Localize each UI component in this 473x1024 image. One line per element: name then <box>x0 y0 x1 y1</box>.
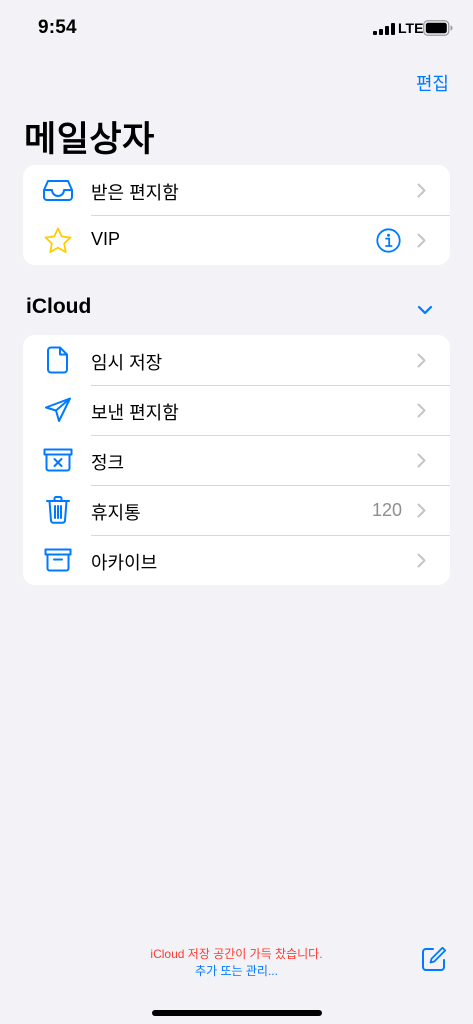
mailbox-row-drafts[interactable]: 임시 저장 <box>23 335 450 385</box>
paperplane-icon <box>43 396 73 424</box>
mailbox-row-sent[interactable]: 보낸 편지함 <box>23 385 450 435</box>
mailbox-row-junk[interactable]: 정크 <box>23 435 450 485</box>
section-title: iCloud <box>26 295 92 318</box>
chevron-right-icon <box>417 553 426 568</box>
star-icon <box>43 226 73 254</box>
mailbox-label: 임시 저장 <box>91 353 163 373</box>
compose-icon[interactable] <box>421 946 447 972</box>
mailbox-label: VIP <box>91 229 121 249</box>
battery-icon <box>423 20 453 36</box>
info-icon[interactable] <box>376 228 401 253</box>
icloud-section-header[interactable]: iCloud <box>26 295 436 323</box>
chevron-right-icon <box>417 453 426 468</box>
icloud-card: 임시 저장 보낸 편지함 정크 휴지통 120 아카이브 <box>23 335 450 585</box>
chevron-right-icon <box>417 233 426 248</box>
network-type: LTE <box>398 20 424 36</box>
chevron-right-icon <box>417 503 426 518</box>
storage-full-warning: iCloud 저장 공간이 가득 찼습니다. <box>150 947 323 961</box>
chevron-right-icon <box>417 183 426 198</box>
junk-icon <box>43 446 73 474</box>
status-time: 9:54 <box>38 17 77 38</box>
page-title: 메일상자 <box>24 120 155 159</box>
archive-icon <box>43 546 73 574</box>
favorites-card: 받은 편지함 VIP <box>23 165 450 265</box>
unread-count: 120 <box>371 500 402 520</box>
edit-button[interactable]: 편집 <box>416 70 449 96</box>
mailbox-row-vip[interactable]: VIP <box>23 215 450 265</box>
status-bar: 9:54 LTE <box>0 0 473 56</box>
mailbox-row-archive[interactable]: 아카이브 <box>23 535 450 585</box>
cellular-signal-icon <box>373 23 395 35</box>
chevron-right-icon <box>417 353 426 368</box>
mailbox-label: 아카이브 <box>91 553 158 573</box>
chevron-right-icon <box>417 403 426 418</box>
inbox-icon <box>43 176 73 204</box>
mailbox-label: 보낸 편지함 <box>91 403 179 423</box>
document-icon <box>43 346 73 374</box>
mailbox-label: 받은 편지함 <box>91 183 179 203</box>
trash-icon <box>43 496 73 524</box>
manage-storage-link[interactable]: 추가 또는 관리... <box>0 962 473 979</box>
home-indicator <box>152 1010 322 1016</box>
mailbox-label: 휴지통 <box>91 503 141 523</box>
mailbox-label: 정크 <box>91 453 125 473</box>
mailboxes-screen: 9:54 LTE 편집 메일상자 받은 편지함 VIP iCloud 임시 저장… <box>0 0 473 1024</box>
mailbox-row-trash[interactable]: 휴지통 120 <box>23 485 450 535</box>
mailbox-row-inbox[interactable]: 받은 편지함 <box>23 165 450 215</box>
chevron-down-icon[interactable] <box>417 305 433 315</box>
